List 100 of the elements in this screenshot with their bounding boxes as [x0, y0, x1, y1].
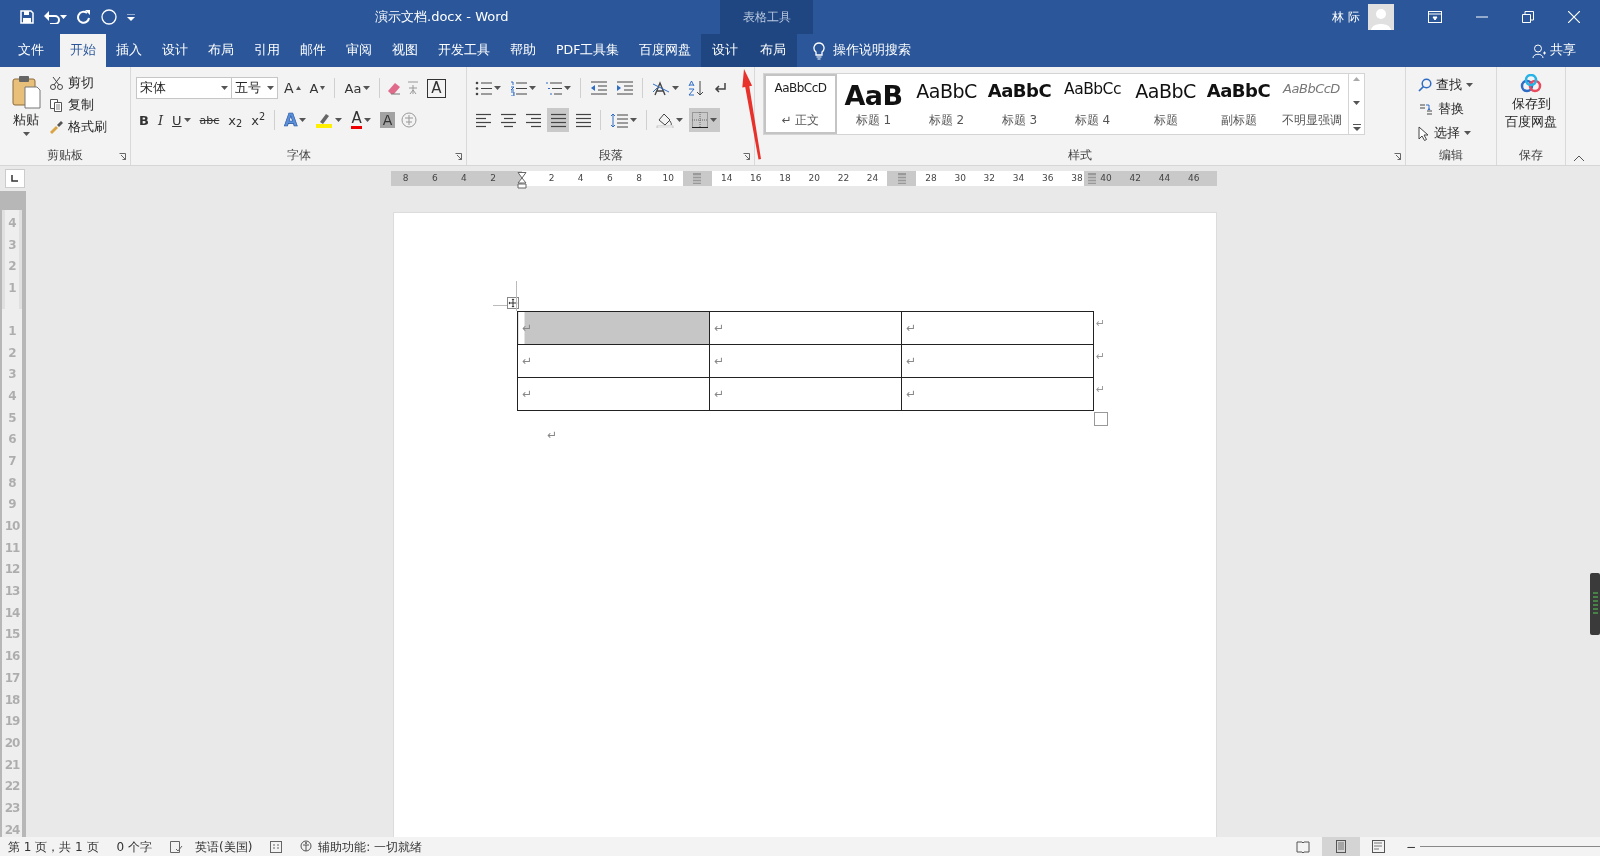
ribbon-tab[interactable]: PDF工具集 [546, 34, 630, 67]
style-option[interactable]: AaBbCcD ↵ 正文 [764, 74, 837, 134]
scroll-down-icon[interactable] [1353, 100, 1360, 105]
caret-icon[interactable] [630, 118, 637, 122]
strikethrough-button[interactable]: abc [196, 108, 223, 132]
caret-icon[interactable] [22, 131, 30, 136]
customize-icon[interactable] [127, 13, 135, 21]
ribbon-tab[interactable]: 布局 [198, 34, 244, 67]
font-size-dropdown[interactable]: 五号 [231, 77, 278, 99]
column-marker-icon[interactable] [693, 173, 702, 184]
clipboard-button[interactable]: 复制 [47, 94, 109, 116]
caret-icon[interactable] [1466, 83, 1473, 87]
ribbon-tab[interactable]: 邮件 [290, 34, 336, 67]
search-icon[interactable] [1418, 78, 1432, 92]
paste-button[interactable]: 粘贴 [5, 73, 47, 145]
close-icon[interactable] [1568, 11, 1580, 23]
caret-icon[interactable] [183, 118, 191, 122]
proofing-icon[interactable] [170, 840, 183, 853]
bold-button[interactable]: B [136, 108, 152, 132]
multilevel-list-icon[interactable] [545, 80, 562, 96]
page-icon[interactable] [1333, 839, 1348, 854]
save-to-cloud-button[interactable]: 保存到 百度网盘 [1503, 73, 1559, 145]
editing-button[interactable]: 查找 [1416, 73, 1486, 97]
underline-button[interactable]: U [169, 108, 194, 132]
column-marker-icon[interactable] [1087, 173, 1096, 184]
cursor-icon[interactable] [1418, 125, 1430, 141]
clipboard-icon[interactable] [11, 75, 41, 109]
table-move-handle-icon[interactable] [507, 297, 519, 309]
caret-icon[interactable] [564, 86, 571, 90]
down-caret-icon[interactable] [320, 86, 326, 90]
copy-icon[interactable] [49, 97, 64, 113]
line-spacing-icon[interactable] [610, 112, 628, 128]
tell-me-search[interactable]: 操作说明搜索 [813, 34, 912, 67]
caret-icon[interactable] [299, 118, 307, 122]
caret-icon[interactable] [60, 15, 67, 19]
undo-icon[interactable] [44, 10, 60, 24]
font-color-button[interactable]: A [348, 108, 374, 132]
save-icon[interactable] [20, 10, 34, 24]
scissors-icon[interactable] [49, 75, 64, 91]
ribbon-tab[interactable]: 开发工具 [428, 34, 500, 67]
change-case-button[interactable]: Aa [341, 76, 374, 100]
ribbon-tab[interactable]: 文件 [8, 34, 54, 67]
character-border-button[interactable]: A [424, 76, 449, 100]
ribbon-tab[interactable]: 审阅 [336, 34, 382, 67]
ribbon-tab[interactable]: 开始 [60, 34, 106, 67]
web-page-icon[interactable] [1371, 839, 1386, 854]
macro-icon[interactable] [270, 840, 283, 853]
ribbon-tab[interactable]: 设计 [152, 34, 198, 67]
bullet-list-icon[interactable] [475, 80, 492, 96]
accessibility-status[interactable]: 辅助功能: 一切就绪 [300, 837, 423, 856]
ribbon-tab[interactable]: 布局 [749, 34, 798, 67]
editing-button[interactable]: 选择 [1416, 121, 1486, 145]
zoom-out-button[interactable]: − [1405, 837, 1416, 856]
highlighter-icon[interactable] [315, 112, 334, 128]
caret-icon[interactable] [710, 118, 717, 122]
caret-icon[interactable] [267, 86, 274, 90]
caret-icon[interactable] [1464, 131, 1471, 135]
brush-icon[interactable] [49, 119, 64, 135]
caret-icon[interactable] [363, 86, 371, 90]
caret-icon[interactable] [494, 86, 501, 90]
redo-icon[interactable] [77, 10, 91, 24]
up-caret-icon[interactable] [295, 86, 301, 90]
ribbon-tab[interactable]: 视图 [382, 34, 428, 67]
eraser-icon[interactable] [386, 80, 403, 96]
accessibility-icon[interactable] [300, 840, 315, 853]
italic-button[interactable]: I [154, 108, 167, 132]
borders-button[interactable] [689, 108, 720, 132]
dialog-launcher-icon[interactable] [455, 153, 462, 160]
book-icon[interactable] [1295, 839, 1310, 854]
circle-icon[interactable] [101, 9, 117, 25]
editing-button[interactable]: 替换 [1416, 97, 1486, 121]
collapse-ribbon-icon[interactable] [1574, 155, 1584, 161]
share-button[interactable]: 共享 [1532, 34, 1576, 67]
ribbon-tab[interactable]: 设计 [701, 34, 750, 67]
dialog-launcher-icon[interactable] [1394, 153, 1401, 160]
caret-icon[interactable] [676, 118, 683, 122]
return-arrow-icon[interactable] [713, 82, 727, 94]
more-icon[interactable] [1352, 124, 1361, 131]
ribbon-tab[interactable]: 插入 [106, 34, 152, 67]
border-grid-icon[interactable] [692, 112, 708, 128]
ribbon-tab[interactable]: 百度网盘 [629, 34, 702, 67]
cloud-icon[interactable] [1519, 74, 1543, 94]
side-panel-icon[interactable] [1590, 573, 1600, 635]
dialog-launcher-icon[interactable] [119, 153, 126, 160]
restore-icon[interactable] [1522, 11, 1534, 23]
tab-selector-icon[interactable] [5, 169, 25, 188]
ribbon-tab[interactable]: 引用 [244, 34, 290, 67]
caret-icon[interactable] [672, 86, 679, 90]
undo-button[interactable] [44, 10, 67, 24]
numbered-list-icon[interactable] [510, 80, 527, 96]
character-shading-button[interactable]: A [376, 108, 399, 132]
grow-font-button[interactable]: A [281, 76, 304, 100]
caret-icon[interactable] [335, 118, 343, 122]
dialog-launcher-icon[interactable] [743, 153, 750, 160]
text-direction-icon[interactable] [652, 80, 670, 96]
caret-icon[interactable] [221, 86, 228, 90]
ribbon-tab[interactable]: 帮助 [500, 34, 546, 67]
lightbulb-icon[interactable] [813, 41, 826, 60]
subscript-button[interactable]: x$_{2}$ [225, 108, 246, 132]
caret-icon[interactable] [363, 118, 371, 122]
